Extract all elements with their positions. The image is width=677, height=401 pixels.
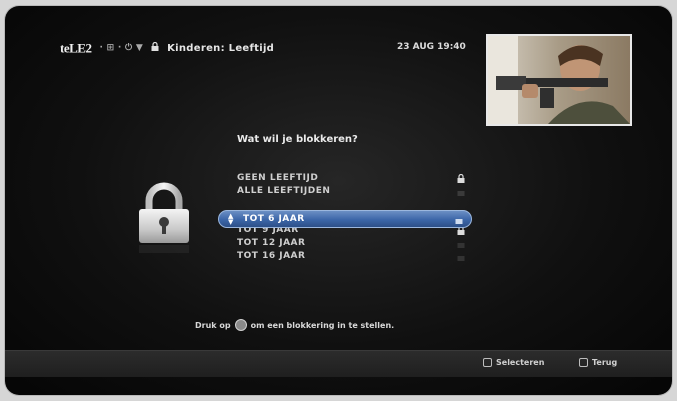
back-action[interactable]: Terug xyxy=(579,358,617,367)
ok-button-icon xyxy=(234,319,247,331)
page-title: Kinderen: Leeftijd xyxy=(167,42,275,54)
unlocked-icon xyxy=(455,215,463,224)
option-label: TOT 16 JAAR xyxy=(237,251,306,261)
option-geen-leeftijd[interactable]: GEEN LEEFTIJD xyxy=(237,172,465,185)
option-alle-leeftijden[interactable]: ALLE LEEFTIJDEN xyxy=(237,185,465,198)
select-action[interactable]: Selecteren xyxy=(483,358,544,367)
unlocked-icon xyxy=(457,252,465,261)
datetime: 23 AUG 19:40 xyxy=(397,42,466,52)
select-label: Selecteren xyxy=(496,358,545,367)
instruction-hint: Druk op om een blokkering in te stellen. xyxy=(195,319,394,331)
live-tv-preview xyxy=(486,34,632,126)
hint-text-start: Druk op xyxy=(195,320,231,330)
back-label: Terug xyxy=(592,358,618,367)
breadcrumb: · ⊞ · ⏻ ▼ xyxy=(99,43,144,53)
padlock-icon xyxy=(457,174,465,183)
bottom-bar: Selecteren Terug xyxy=(5,350,672,377)
option-label: TOT 6 JAAR xyxy=(243,214,305,224)
unlocked-icon xyxy=(457,187,465,196)
select-button-icon xyxy=(483,358,492,367)
option-label: ALLE LEEFTIJDEN xyxy=(237,186,331,196)
hint-text-end: om een blokkering in te stellen. xyxy=(250,320,395,330)
option-tot-12-jaar[interactable]: TOT 12 JAAR xyxy=(237,237,465,250)
option-label: GEEN LEEFTIJD xyxy=(237,173,319,183)
unlocked-icon xyxy=(457,239,465,248)
up-down-arrows-icon: ▲ ▼ xyxy=(228,212,234,226)
lock-small-icon xyxy=(151,41,159,54)
provider-logo: teLE2 xyxy=(60,40,92,56)
tv-screen: teLE2 · ⊞ · ⏻ ▼ Kinderen: Leeftijd 23 AU… xyxy=(5,6,672,395)
option-label: TOT 12 JAAR xyxy=(237,238,306,248)
top-bar: teLE2 · ⊞ · ⏻ ▼ Kinderen: Leeftijd xyxy=(60,38,274,58)
option-tot-16-jaar[interactable]: TOT 16 JAAR xyxy=(237,250,465,263)
question-heading: Wat wil je blokkeren? xyxy=(237,134,358,145)
option-tot-6-jaar-selected[interactable]: ▲ ▼ TOT 6 JAAR xyxy=(218,210,472,228)
padlock-icon xyxy=(135,181,193,253)
back-button-icon xyxy=(579,358,588,367)
